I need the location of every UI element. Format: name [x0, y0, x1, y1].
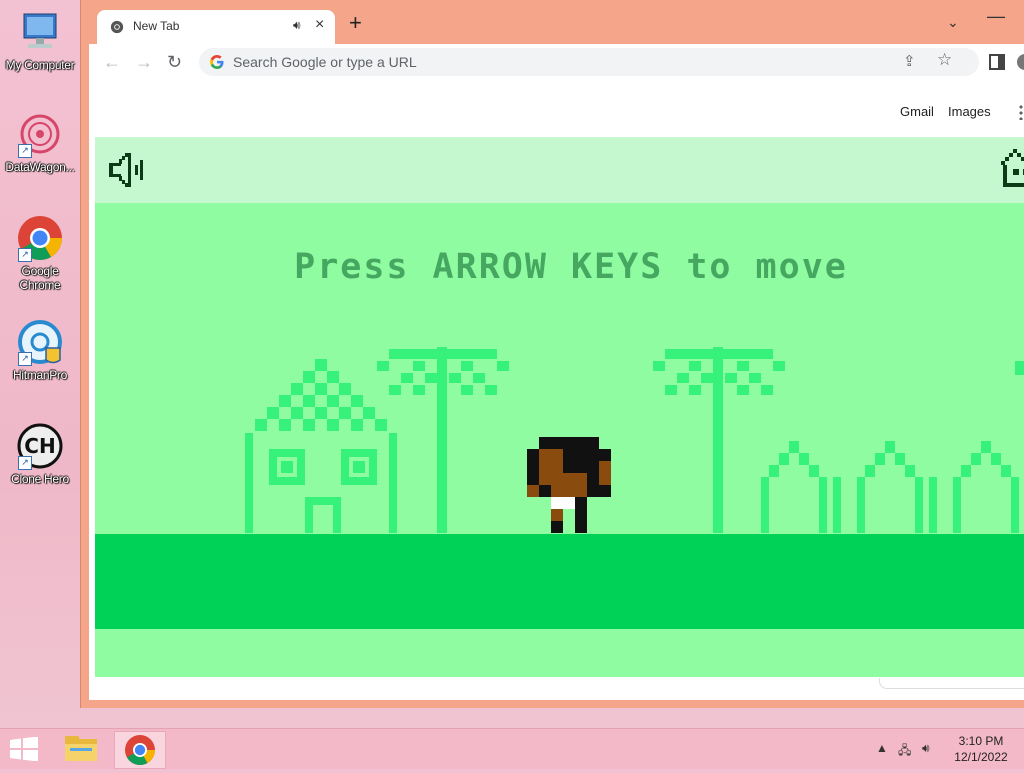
tab-title: New Tab — [133, 19, 180, 33]
desktop-icon-datawagon[interactable]: ↗ DataWagon... — [2, 110, 78, 174]
chrome-taskbar-button[interactable] — [114, 731, 166, 769]
tab-new-tab[interactable]: New Tab 🔊︎ × — [97, 10, 335, 44]
share-icon[interactable]: ⇪ — [903, 52, 916, 70]
browser-toolbar: ← → ↻ Search Google or type a URL ⇪ ☆ — [89, 44, 1024, 80]
minimize-icon[interactable]: — — [987, 6, 1005, 27]
images-link[interactable]: Images — [948, 104, 991, 119]
new-tab-page: Gmail Images Press ARROW KEYS to move — [89, 80, 1024, 700]
game-header — [95, 137, 1024, 203]
forward-icon[interactable]: → — [135, 52, 153, 73]
desktop-icon-label: DataWagon... — [5, 160, 75, 174]
home-icon[interactable] — [999, 149, 1024, 189]
desktop-icon-label: HitmanPro — [13, 368, 67, 382]
taskbar: ▲ 🖧︎ 🔊︎ 3:10 PM 12/1/2022 — [0, 728, 1024, 769]
game-ground — [95, 534, 1024, 629]
desktop-icon-google-chrome[interactable]: ↗ Google Chrome — [2, 214, 78, 292]
svg-text:CH: CH — [24, 434, 55, 458]
file-explorer-taskbar-button[interactable] — [56, 731, 106, 767]
fence — [761, 441, 1019, 533]
system-clock[interactable]: 3:10 PM 12/1/2022 — [946, 733, 1016, 765]
omnibox-placeholder: Search Google or type a URL — [233, 54, 417, 70]
windows-logo-icon[interactable] — [10, 737, 38, 761]
hitmanpro-icon: ↗ — [16, 318, 64, 366]
google-g-icon — [210, 55, 224, 69]
tab-search-chevron-icon[interactable]: ⌄ — [947, 14, 959, 31]
desktop-icon-clone-hero[interactable]: CH ↗ Clone Hero — [2, 422, 78, 486]
apps-grid-icon[interactable] — [1017, 104, 1024, 120]
desktop-icon-hitmanpro[interactable]: ↗ HitmanPro — [2, 318, 78, 382]
show-hidden-icons-icon[interactable]: ▲ — [876, 741, 888, 755]
tab-close-icon[interactable]: × — [315, 16, 324, 34]
profile-avatar-icon[interactable] — [1017, 54, 1024, 70]
chrome-window: New Tab 🔊︎ × + ⌄ — ← → ↻ Search Google o… — [80, 0, 1024, 708]
volume-icon[interactable]: 🔊︎ — [922, 741, 930, 756]
chrome-icon — [125, 735, 155, 766]
side-panel-icon[interactable] — [989, 54, 1005, 70]
computer-icon — [16, 8, 64, 56]
game-instruction-text: Press ARROW KEYS to move — [294, 247, 848, 287]
new-tab-button[interactable]: + — [349, 12, 362, 34]
clone-hero-icon: CH ↗ — [16, 422, 64, 470]
datawagon-icon: ↗ — [16, 110, 64, 158]
desktop-icon-label: Google Chrome — [19, 264, 61, 292]
shortcut-arrow-icon: ↗ — [18, 248, 32, 262]
network-icon[interactable]: 🖧︎ — [898, 741, 911, 762]
tab-strip: New Tab 🔊︎ × + ⌄ — — [81, 0, 1024, 44]
shortcut-arrow-icon: ↗ — [18, 456, 32, 470]
chrome-icon: ↗ — [16, 214, 64, 262]
back-icon[interactable]: ← — [103, 52, 121, 73]
chrome-favicon-icon — [110, 20, 124, 34]
bookmark-star-icon[interactable]: ☆ — [937, 50, 952, 70]
folder-icon — [65, 736, 97, 761]
hut-house — [245, 359, 397, 533]
desktop-icon-my-computer[interactable]: My Computer — [2, 8, 78, 72]
clock-date: 12/1/2022 — [954, 750, 1008, 764]
shortcut-arrow-icon: ↗ — [18, 352, 32, 366]
reload-icon[interactable]: ↻ — [167, 52, 182, 73]
desktop-icon-label: My Computer — [5, 58, 75, 72]
tab-audio-icon[interactable]: 🔊︎ — [293, 18, 301, 33]
customize-chrome-edge — [879, 678, 1024, 689]
address-bar[interactable]: Search Google or type a URL ⇪ ☆ — [199, 48, 979, 76]
clock-time: 3:10 PM — [958, 734, 1004, 748]
player-character — [527, 437, 611, 533]
shortcut-arrow-icon: ↗ — [18, 144, 32, 158]
desktop-icon-label: Clone Hero — [11, 472, 69, 486]
gmail-link[interactable]: Gmail — [900, 104, 934, 119]
speaker-icon[interactable] — [107, 151, 151, 189]
game-canvas[interactable]: Press ARROW KEYS to move — [95, 137, 1024, 677]
